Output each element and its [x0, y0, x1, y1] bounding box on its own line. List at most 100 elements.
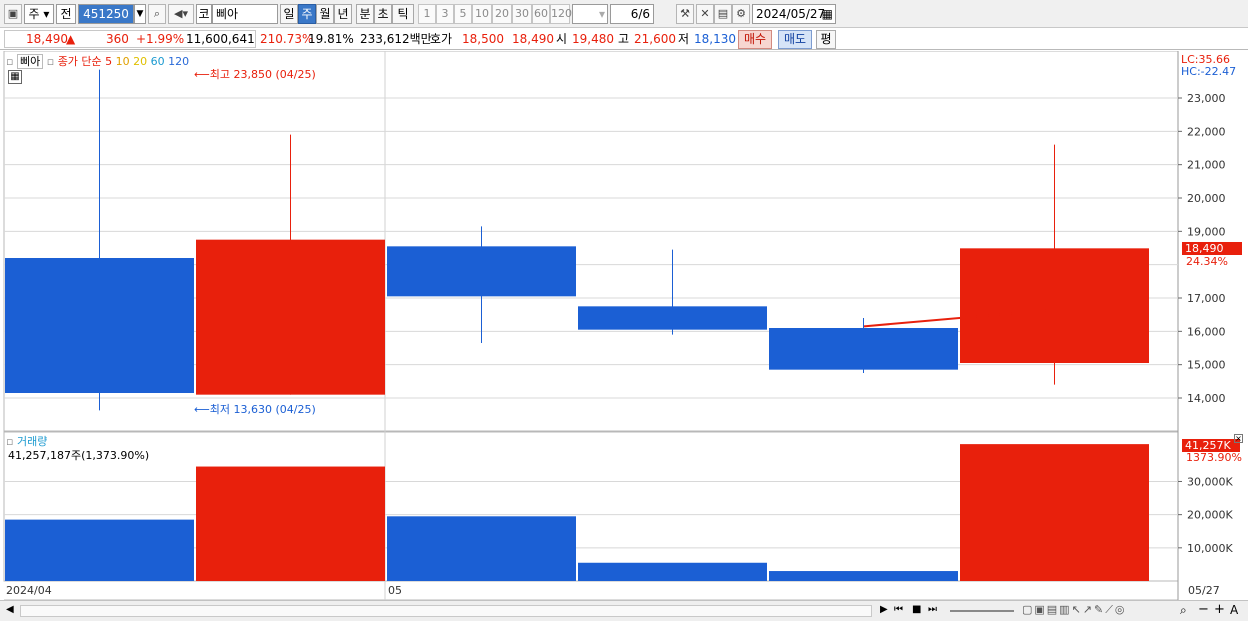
scroll-right-icon[interactable]: ▶	[880, 604, 888, 615]
tab-period-week[interactable]: 주	[298, 4, 316, 24]
window-icon[interactable]: ▣	[4, 4, 22, 24]
price-chart[interactable]: 23,000 22,000 21,000 20,000 19,000 17,000 16,0…	[0, 51, 1248, 601]
volume-bar	[960, 444, 1149, 581]
interval-5[interactable]: 5	[454, 4, 472, 24]
forward-icon[interactable]: ⏭	[928, 604, 937, 615]
gear-icon[interactable]: ⚙	[732, 4, 750, 24]
legend-marker-icon: ▫	[6, 55, 14, 68]
interval-120[interactable]: 120	[550, 4, 572, 24]
tab-period-tick[interactable]: 틱	[392, 4, 414, 24]
chevron-down-icon: ▾	[39, 7, 50, 21]
interval-20[interactable]: 20	[492, 4, 512, 24]
legend-marker-icon: ▫	[46, 55, 55, 68]
zoom-out-icon[interactable]: −	[1198, 602, 1209, 617]
interval-1[interactable]: 1	[418, 4, 436, 24]
high-price: 21,600	[634, 32, 676, 46]
volume-bar	[578, 562, 767, 581]
legend-ma-10: 10	[115, 55, 130, 68]
tab-period-month[interactable]: 월	[316, 4, 334, 24]
high-marker: ⟵최고 23,850 (04/25)	[194, 68, 316, 81]
scroll-left-icon[interactable]: ◀	[6, 604, 14, 615]
code-dropdown-icon[interactable]: ▼	[134, 4, 146, 24]
ask-label: 호가	[430, 32, 453, 46]
tab-period-day[interactable]: 일	[280, 4, 298, 24]
volume-pct: 1373.90%	[1186, 451, 1242, 464]
candle-body	[196, 239, 385, 395]
price-tick-label: 23,000	[1187, 92, 1226, 105]
price-tick-label: 22,000	[1187, 125, 1226, 138]
speaker-icon[interactable]: ◀▾	[168, 4, 194, 24]
horizontal-scrollbar[interactable]	[20, 605, 872, 617]
candle-body	[5, 258, 194, 393]
save-icon[interactable]: ▤	[714, 4, 732, 24]
up-arrow-icon: ▲	[66, 32, 76, 46]
tab-period-year[interactable]: 년	[334, 4, 352, 24]
chart-legend: ▫ 삐아 ▫ 종가 단순 5 10 20 60 120	[6, 53, 189, 69]
volume-tick-label: 20,000K	[1187, 509, 1233, 522]
open-price: 19,480	[572, 32, 614, 46]
period-select[interactable]: 주 ▾	[24, 4, 54, 24]
interval-3[interactable]: 3	[436, 4, 454, 24]
drawing-tools-icon[interactable]: ▢▣▤▥↖↗✎⟋◎	[1022, 603, 1127, 617]
legend-ma-label[interactable]: 종가 단순	[58, 55, 102, 68]
price-tick-label: 20,000	[1187, 192, 1226, 205]
avg-button[interactable]: 평	[816, 30, 836, 49]
stock-code-input[interactable]: 451250	[78, 4, 134, 24]
xaxis-mid: 05	[388, 584, 402, 597]
chevron-down-icon: ▾	[598, 7, 605, 21]
current-price-tag: 18,490	[1182, 242, 1242, 255]
magnifier-icon[interactable]: ⌕	[1180, 603, 1187, 618]
interval-select[interactable]: ▾	[572, 4, 608, 24]
font-size-icon[interactable]: A	[1230, 603, 1238, 617]
volume-tick-label: 10,000K	[1187, 542, 1233, 555]
date-field[interactable]: 2024/05/27 ▦	[752, 4, 836, 24]
xaxis-right: 05/27	[1188, 584, 1220, 597]
sell-button[interactable]: 매도	[778, 30, 812, 49]
close-icon[interactable]: ×	[1234, 434, 1243, 443]
bottom-bar: ◀ ▶ ⏮ ■ ⏭ ▢▣▤▥↖↗✎⟋◎ ⌕ − + A	[0, 600, 1248, 621]
calendar-icon[interactable]: ▦	[822, 5, 833, 23]
low-marker-label: 최저 13,630 (04/25)	[209, 403, 316, 416]
stock-name-field[interactable]: 삐아	[212, 4, 278, 24]
price-tick-label: 15,000	[1187, 359, 1226, 372]
low-marker: ⟵최저 13,630 (04/25)	[194, 403, 316, 416]
interval-10[interactable]: 10	[472, 4, 492, 24]
legend-stock-name[interactable]: 삐아	[16, 54, 44, 69]
price-tick-label: 19,000	[1187, 225, 1226, 238]
tab-period-minute[interactable]: 분	[356, 4, 374, 24]
stop-icon[interactable]: ■	[912, 604, 921, 615]
legend-ma-5: 5	[105, 55, 113, 68]
date-value: 2024/05/27	[756, 7, 826, 21]
buy-button[interactable]: 매수	[738, 30, 772, 49]
rewind-icon[interactable]: ⏮	[894, 604, 903, 615]
trade-amount: 233,612백만	[360, 32, 432, 46]
interval-60[interactable]: 60	[532, 4, 550, 24]
candle-body	[960, 248, 1149, 363]
cross-hair-icon[interactable]: ✕	[696, 4, 714, 24]
open-label: 시	[556, 32, 568, 46]
zoom-slider[interactable]	[950, 610, 1014, 612]
zoom-in-icon[interactable]: +	[1214, 602, 1225, 617]
price-tick-label: 17,000	[1187, 292, 1226, 305]
volume-bar	[196, 466, 385, 581]
volume-bar	[769, 571, 958, 581]
candle-body	[578, 306, 767, 330]
volume-tick-label: 30,000K	[1187, 475, 1233, 488]
current-price: 18,490	[26, 32, 68, 46]
tab-period-second[interactable]: 초	[374, 4, 392, 24]
search-icon[interactable]: ⌕	[148, 4, 166, 24]
legend-ma-20: 20	[133, 55, 148, 68]
calculator-icon[interactable]: ▦	[8, 70, 22, 84]
candle-body	[387, 246, 576, 297]
legend-ma-120: 120	[168, 55, 190, 68]
price-change: 360	[106, 32, 129, 46]
volume-bar	[387, 516, 576, 581]
page-indicator: 6/6	[610, 4, 654, 24]
prev-button[interactable]: 전	[56, 4, 76, 24]
interval-30[interactable]: 30	[512, 4, 532, 24]
tools-icon[interactable]: ⚒	[676, 4, 694, 24]
volume-ratio: 210.73%	[260, 32, 314, 46]
price-tick-label: 21,000	[1187, 159, 1226, 172]
volume-value: 11,600,641	[186, 32, 255, 46]
low-price: 18,130	[694, 32, 736, 46]
